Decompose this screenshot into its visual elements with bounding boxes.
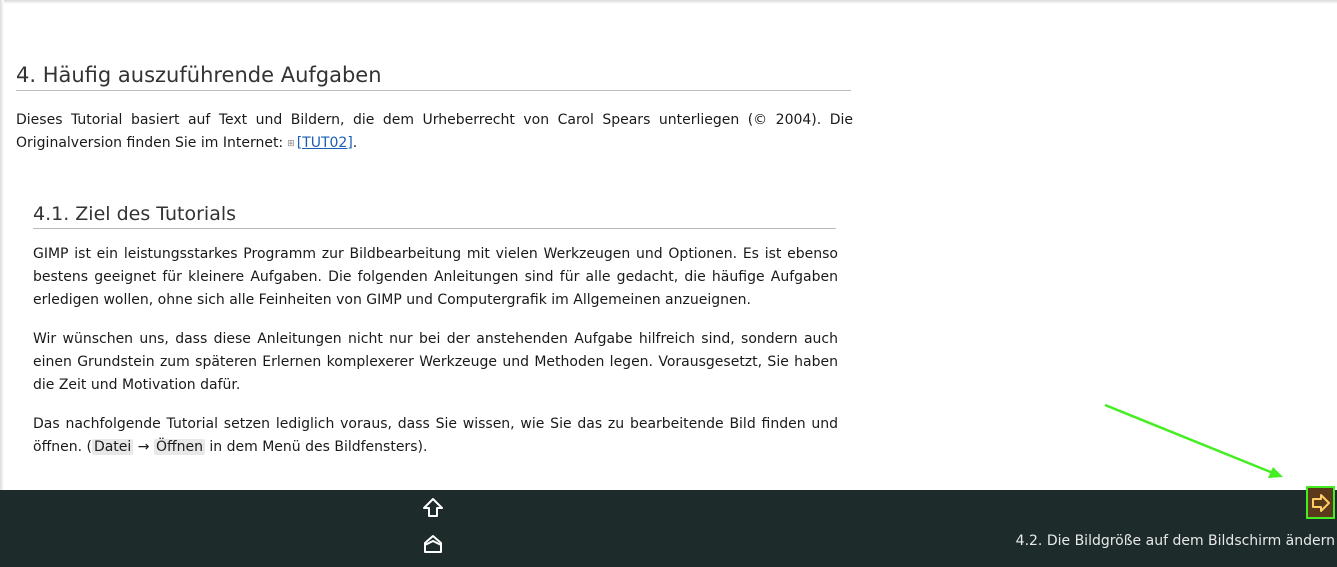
menu-file: Datei [91,439,134,455]
paragraph-1: GIMP ist ein leistungsstarkes Programm z… [33,246,838,308]
intro-end: . [352,135,358,151]
home-icon[interactable] [422,533,444,555]
right-arrow-icon [1311,493,1330,512]
next-page-label[interactable]: 4.2. Die Bildgröße auf dem Bildschirm än… [1016,533,1335,549]
external-link-icon: ⊞ [287,139,295,149]
help-page: 4. Häufig auszuführende Aufgaben Dieses … [0,0,1337,567]
subsection-title: 4.1. Ziel des Tutorials [33,200,836,229]
navigation-footer [0,490,1337,567]
tut02-link[interactable]: [TUT02] [297,135,353,151]
paragraph-2: Wir wünschen uns, dass diese Anleitungen… [33,331,838,393]
up-arrow-icon[interactable] [422,497,444,519]
window-left-edge [0,0,4,567]
menu-open: Öffnen [153,439,205,455]
section-title: 4. Häufig auszuführende Aufgaben [16,60,851,91]
menu-arrow: → [137,439,150,455]
next-page-button[interactable] [1306,486,1335,519]
intro-text: Dieses Tutorial basiert auf Text und Bil… [16,112,853,151]
window-top-edge [0,0,1337,4]
paragraph-3: Das nachfolgende Tutorial setzen ledigli… [33,413,838,459]
intro-paragraph: Dieses Tutorial basiert auf Text und Bil… [16,109,853,156]
paragraph-3-end: in dem Menü des Bildfensters). [204,439,428,455]
